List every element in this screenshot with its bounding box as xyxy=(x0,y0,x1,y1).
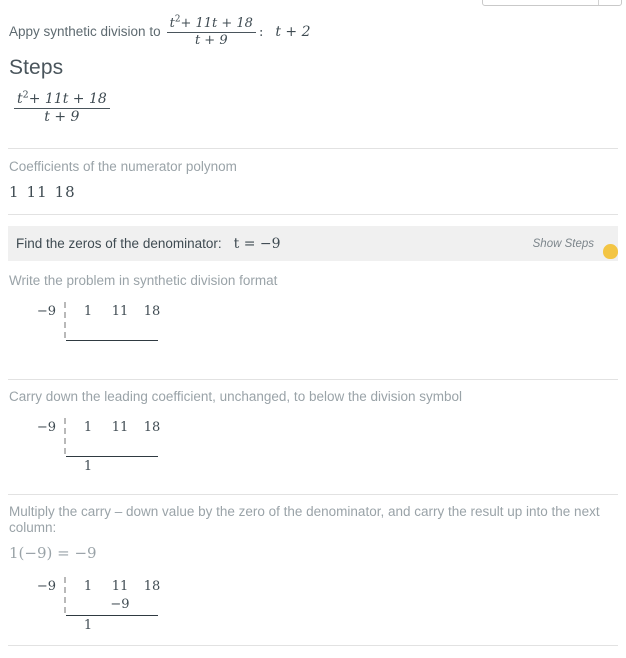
coefficient-value: 11 xyxy=(26,183,48,201)
division-row-bottom: 1 xyxy=(72,618,168,633)
division-cell: 1 xyxy=(83,459,93,474)
division-cell xyxy=(136,459,168,474)
prompt-answer: t + 2 xyxy=(275,24,311,41)
prompt-fraction-numerator: t2+ 11t + 18 xyxy=(166,15,256,33)
separator xyxy=(8,494,618,495)
division-cell: 11 xyxy=(111,579,129,594)
division-cell: −9 xyxy=(110,597,130,612)
division-row-top: 1 11 18 xyxy=(72,579,168,594)
step3-instruction: Multiply the carry – down value by the z… xyxy=(9,504,600,535)
division-cell xyxy=(136,618,168,633)
expression-display: t2+ 11t + 18 t + 9 xyxy=(11,90,113,125)
coefficients-label: Coefficients of the numerator polynom xyxy=(9,159,237,174)
division-cell xyxy=(136,597,168,612)
prompt-lead-text: Appy synthetic division to xyxy=(9,24,161,40)
coefficients-values: 1 11 18 xyxy=(9,183,83,201)
steps-heading: Steps xyxy=(9,56,64,79)
separator xyxy=(8,148,618,149)
division-cell xyxy=(104,618,136,633)
synthetic-division-step1: −9 1 11 18 xyxy=(20,302,220,356)
division-horizontal-line xyxy=(66,340,158,341)
division-cell: 18 xyxy=(143,304,161,319)
synthetic-division-step3: −9 1 11 18 −9 1 xyxy=(20,577,220,635)
find-zeros-bar[interactable]: Find the zeros of the denominator: t = −… xyxy=(8,226,618,261)
separator xyxy=(8,379,618,380)
division-row-mid: −9 xyxy=(72,597,168,612)
division-cell xyxy=(72,597,104,612)
division-cell: 1 xyxy=(83,618,93,633)
show-steps-link[interactable]: Show Steps xyxy=(533,238,594,250)
division-horizontal-line xyxy=(66,456,158,457)
division-cell xyxy=(104,459,136,474)
problem-prompt: Appy synthetic division to t2+ 11t + 18 … xyxy=(9,15,311,48)
expression-numerator: t2+ 11t + 18 xyxy=(14,90,110,109)
prompt-num-rest: + 11t + 18 xyxy=(180,16,253,31)
division-cell: 11 xyxy=(111,420,129,435)
prompt-colon: : xyxy=(258,24,264,40)
widget-divider xyxy=(598,0,599,5)
expression-fraction: t2+ 11t + 18 t + 9 xyxy=(14,90,110,125)
division-cell: 11 xyxy=(111,304,129,319)
division-row-bottom: 1 xyxy=(72,459,168,474)
division-cell: 18 xyxy=(143,420,161,435)
division-vertical-bar xyxy=(64,577,66,613)
expression-denominator: t + 9 xyxy=(44,108,80,125)
separator xyxy=(8,645,618,646)
synthetic-division-step2: −9 1 11 18 1 xyxy=(20,418,220,476)
step2-instruction: Carry down the leading coefficient, unch… xyxy=(9,389,463,404)
divisor-value: −9 xyxy=(36,420,56,435)
top-toolbar-widget[interactable] xyxy=(482,0,622,6)
prompt-fraction-denominator: t + 9 xyxy=(194,32,228,48)
division-cell: 1 xyxy=(83,420,93,435)
division-row-top: 1 11 18 xyxy=(72,420,168,435)
separator xyxy=(8,214,618,215)
prompt-fraction: t2+ 11t + 18 t + 9 xyxy=(166,15,256,48)
lightbulb-icon[interactable] xyxy=(603,244,618,259)
division-row-top: 1 11 18 xyxy=(72,304,168,319)
synthetic-division-steps-page: Appy synthetic division to t2+ 11t + 18 … xyxy=(0,0,626,658)
coefficient-value: 1 xyxy=(9,183,20,201)
division-cell: 18 xyxy=(143,579,161,594)
step1-instruction: Write the problem in synthetic division … xyxy=(9,273,278,288)
step3-equation: 1(−9) = −9 xyxy=(9,544,97,562)
find-zeros-value: t = −9 xyxy=(233,235,281,252)
coefficient-value: 18 xyxy=(54,183,76,201)
division-cell: 1 xyxy=(83,304,93,319)
division-vertical-bar xyxy=(64,302,66,338)
find-zeros-label: Find the zeros of the denominator: xyxy=(16,236,222,251)
divisor-value: −9 xyxy=(36,579,56,594)
division-horizontal-line xyxy=(66,615,158,616)
expr-num-rest: + 11t + 18 xyxy=(28,91,107,107)
division-cell: 1 xyxy=(83,579,93,594)
divisor-value: −9 xyxy=(36,304,56,319)
division-vertical-bar xyxy=(64,418,66,454)
